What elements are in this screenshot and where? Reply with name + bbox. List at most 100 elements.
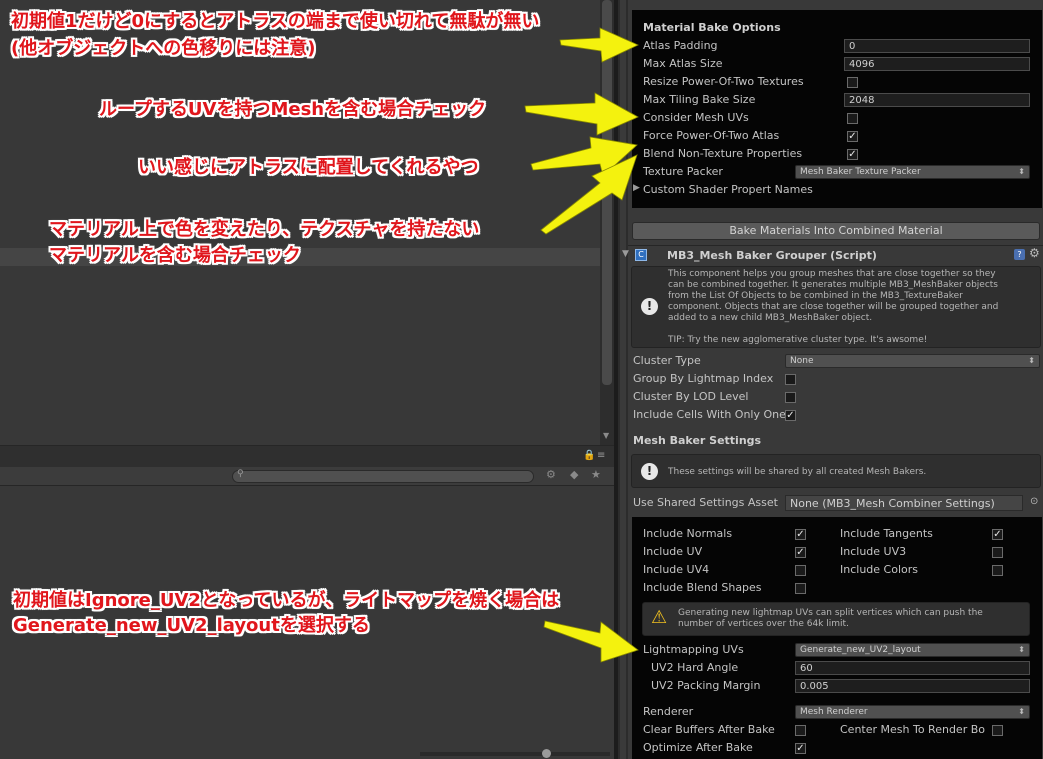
include-uv3-label: Include UV3 (840, 545, 907, 558)
atlas-padding-label: Atlas Padding (643, 39, 718, 52)
object-picker-icon[interactable]: ⊙ (1030, 496, 1038, 507)
annotation-lightmapping-line-1: 初期値はIgnore_UV2となっているが、ライトマップを焼く場合は (13, 590, 560, 611)
help-text-line-2: can be combined together. It generates m… (668, 280, 998, 290)
help-text-line-4: component. Objects that are close togeth… (668, 302, 999, 312)
clear-buffers-checkbox[interactable] (795, 725, 806, 736)
max-atlas-size-label: Max Atlas Size (643, 57, 723, 70)
include-blend-shapes-label: Include Blend Shapes (643, 581, 762, 594)
lightmapping-uvs-label: Lightmapping UVs (643, 643, 744, 656)
blend-non-texture-label: Blend Non-Texture Properties (643, 147, 803, 160)
lightmapping-uvs-value: Generate_new_UV2_layout (800, 645, 921, 655)
left-scrollbar[interactable]: ▼ (600, 0, 614, 445)
texture-packer-value: Mesh Baker Texture Packer (800, 167, 921, 177)
project-toolbar: ⚲ ⚙ ◆ ★ (0, 467, 614, 486)
clear-buffers-label: Clear Buffers After Bake (643, 723, 775, 736)
gear-icon[interactable]: ⚙ (1029, 246, 1040, 260)
help-text-line-3: from the List Of Objects to be combined … (668, 291, 963, 301)
optimize-after-bake-checkbox[interactable]: ✓ (795, 743, 806, 754)
renderer-label: Renderer (643, 705, 694, 718)
annotation-blend-non-texture-line-2: マテリアルを含む場合チェック (49, 245, 301, 266)
consider-mesh-uvs-label: Consider Mesh UVs (643, 111, 749, 124)
include-normals-label: Include Normals (643, 527, 733, 540)
zoom-slider[interactable] (420, 749, 610, 758)
group-by-lightmap-checkbox[interactable] (785, 374, 796, 385)
include-uv3-checkbox[interactable] (992, 547, 1003, 558)
uv2-hard-angle-field[interactable]: 60 (795, 661, 1030, 675)
annotation-atlas-padding-line-2: (他オブジェクトへの色移りには注意) (11, 38, 316, 59)
help-book-icon[interactable]: ? (1014, 249, 1025, 260)
optimize-after-bake-label: Optimize After Bake (643, 741, 753, 754)
include-colors-checkbox[interactable] (992, 565, 1003, 576)
search-icon: ⚲ (237, 469, 244, 479)
cluster-by-lod-label: Cluster By LOD Level (633, 390, 749, 403)
include-normals-checkbox[interactable]: ✓ (795, 529, 806, 540)
filter-by-label-icon[interactable]: ◆ (570, 468, 578, 481)
annotation-texture-packer: いい感じにアトラスに配置してくれるやつ (138, 157, 479, 178)
scroll-down-arrow-icon[interactable]: ▼ (603, 431, 609, 440)
renderer-value: Mesh Renderer (800, 707, 868, 717)
info-icon: ! (641, 463, 658, 480)
favorite-star-icon[interactable]: ★ (591, 468, 601, 481)
dropdown-arrows-icon: ⬍ (1028, 356, 1035, 365)
cluster-type-label: Cluster Type (633, 354, 701, 367)
bake-materials-button[interactable]: Bake Materials Into Combined Material (632, 222, 1040, 240)
uv2-packing-margin-field[interactable]: 0.005 (795, 679, 1030, 693)
panel-header-bar: 🔒 ≡ (0, 445, 614, 468)
filter-by-type-icon[interactable]: ⚙ (546, 468, 556, 481)
include-blend-shapes-checkbox[interactable] (795, 583, 806, 594)
include-tangents-checkbox[interactable]: ✓ (992, 529, 1003, 540)
include-uv-label: Include UV (643, 545, 703, 558)
cluster-by-lod-checkbox[interactable] (785, 392, 796, 403)
annotation-blend-non-texture-line-1: マテリアル上で色を変えたり、テクスチャを持たない (49, 219, 480, 240)
warning-icon: ⚠ (651, 607, 668, 628)
lightmap-warning-line-2: number of vertices over the 64k limit. (678, 619, 849, 629)
uv2-packing-margin-label: UV2 Packing Margin (651, 679, 761, 692)
include-cells-label: Include Cells With Only One (633, 408, 785, 421)
component-separator (628, 245, 1043, 246)
mesh-baker-settings-header: Mesh Baker Settings (633, 434, 762, 447)
zoom-slider-knob[interactable] (542, 749, 551, 758)
texture-packer-dropdown[interactable]: Mesh Baker Texture Packer ⬍ (795, 165, 1030, 179)
panel-menu-icon[interactable]: ≡ (597, 450, 605, 461)
max-tiling-label: Max Tiling Bake Size (643, 93, 756, 106)
help-text-line-5: added to a new child MB3_MeshBaker objec… (668, 313, 873, 323)
search-input[interactable]: ⚲ (232, 469, 534, 483)
center-mesh-checkbox[interactable] (992, 725, 1003, 736)
grouper-component-title: MB3_Mesh Baker Grouper (Script) (667, 249, 877, 262)
component-foldout-icon[interactable]: ▼ (622, 249, 629, 259)
custom-shader-label[interactable]: Custom Shader Propert Names (643, 183, 813, 196)
group-by-lightmap-label: Group By Lightmap Index (633, 372, 774, 385)
blend-non-texture-checkbox[interactable]: ✓ (847, 149, 858, 160)
force-pot-label: Force Power-Of-Two Atlas (643, 129, 780, 142)
max-tiling-field[interactable]: 2048 (844, 93, 1030, 107)
resize-pot-checkbox[interactable] (847, 77, 858, 88)
foldout-arrow-icon[interactable]: ▶ (633, 183, 640, 193)
lock-icon[interactable]: 🔒 (583, 450, 595, 461)
cluster-type-dropdown[interactable]: None ⬍ (785, 354, 1040, 368)
include-uv4-checkbox[interactable] (795, 565, 806, 576)
annotation-atlas-padding-line-1: 初期値1だけど0にするとアトラスの端まで使い切れて無駄が無い (11, 11, 540, 32)
texture-packer-label: Texture Packer (643, 165, 723, 178)
cluster-type-value: None (790, 356, 814, 366)
shared-info-text: These settings will be shared by all cre… (668, 467, 927, 477)
help-tip-text: TIP: Try the new agglomerative cluster t… (668, 335, 928, 345)
include-uv-checkbox[interactable]: ✓ (795, 547, 806, 558)
use-shared-settings-field[interactable]: None (MB3_Mesh Combiner Settings) (785, 495, 1023, 511)
dropdown-arrows-icon: ⬍ (1018, 167, 1025, 176)
include-uv4-label: Include UV4 (643, 563, 710, 576)
renderer-dropdown[interactable]: Mesh Renderer ⬍ (795, 705, 1030, 719)
include-cells-checkbox[interactable]: ✓ (785, 410, 796, 421)
info-icon: ! (641, 298, 658, 315)
force-pot-checkbox[interactable]: ✓ (847, 131, 858, 142)
left-scrollbar-thumb[interactable] (602, 0, 612, 385)
lightmapping-uvs-dropdown[interactable]: Generate_new_UV2_layout ⬍ (795, 643, 1030, 657)
lightmap-warning-line-1: Generating new lightmap UVs can split ve… (678, 608, 983, 618)
inspector-scrollbar[interactable] (618, 0, 628, 759)
resize-pot-label: Resize Power-Of-Two Textures (643, 75, 804, 88)
center-mesh-label: Center Mesh To Render Bo (840, 723, 985, 736)
atlas-padding-field[interactable]: 0 (844, 39, 1030, 53)
max-atlas-size-field[interactable]: 4096 (844, 57, 1030, 71)
inspector-scrollbar-thumb[interactable] (620, 0, 626, 759)
consider-mesh-uvs-checkbox[interactable] (847, 113, 858, 124)
include-colors-label: Include Colors (840, 563, 918, 576)
